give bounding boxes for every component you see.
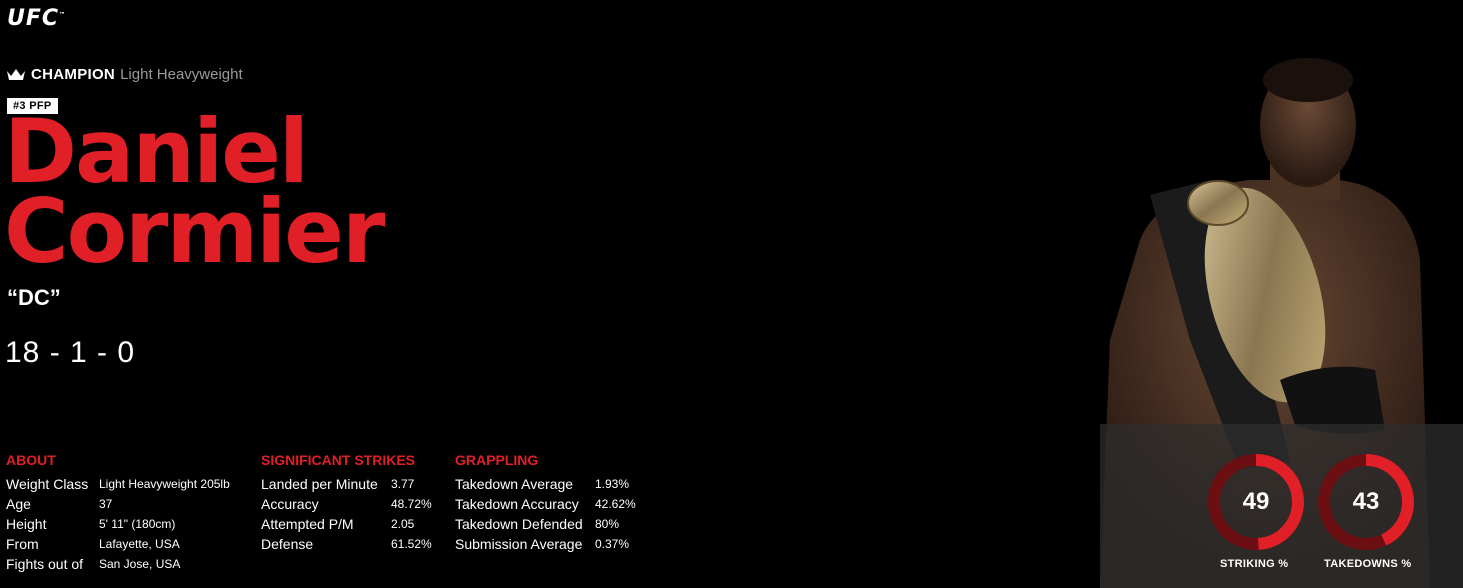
section-title: GRAPPLING [455, 452, 539, 468]
stat-value: 42.62% [595, 497, 636, 511]
stat-row: Height 5' 11" (180cm) [6, 514, 230, 534]
stat-label: Attempted P/M [261, 516, 354, 532]
stat-value: 3.77 [391, 477, 415, 491]
stat-row: Age 37 [6, 494, 230, 514]
stat-label: From [6, 536, 39, 552]
takedowns-percent-ring: 43 [1316, 452, 1416, 552]
nickname: “DC” [7, 285, 61, 310]
stat-label: Takedown Average [455, 476, 574, 492]
stat-value: 48.72% [391, 497, 432, 511]
stat-label: Age [6, 496, 31, 512]
stat-value: 80% [595, 517, 620, 531]
grappling-section: GRAPPLING Takedown Average 1.93% Takedown… [455, 452, 636, 554]
stat-row: Accuracy 48.72% [261, 494, 432, 514]
section-title: ABOUT [6, 452, 56, 468]
stat-row: Takedown Defended 80% [455, 514, 636, 534]
stat-row: Attempted P/M 2.05 [261, 514, 432, 534]
section-title: SIGNIFICANT STRIKES [261, 452, 416, 468]
stat-label: Takedown Accuracy [455, 496, 579, 512]
division-label: Light Heavyweight [120, 66, 243, 83]
striking-percent-ring: 49 [1206, 452, 1306, 552]
fighter-name: Daniel Cormier [4, 108, 385, 283]
about-section: ABOUT Weight Class Light Heavyweight 205l… [6, 452, 230, 574]
striking-percent-label: STRIKING % [1220, 558, 1289, 570]
ufc-logo[interactable]: UFC™ [7, 6, 66, 31]
stat-row: Takedown Average 1.93% [455, 474, 636, 494]
stat-label: Defense [261, 536, 314, 552]
stat-label: Accuracy [261, 496, 319, 512]
significant-strikes-section: SIGNIFICANT STRIKES Landed per Minute 3.7… [261, 452, 432, 554]
stat-value: Light Heavyweight 205lb [99, 477, 230, 491]
stat-label: Takedown Defended [455, 516, 583, 532]
stat-value: 61.52% [391, 537, 432, 551]
ring-value: 43 [1352, 488, 1380, 515]
stat-row: Landed per Minute 3.77 [261, 474, 432, 494]
takedowns-percent-label: TAKEDOWNS % [1324, 558, 1412, 570]
champion-line: CHAMPION Light Heavyweight [7, 66, 243, 83]
stat-value: 37 [99, 497, 113, 511]
stat-label: Submission Average [455, 536, 583, 552]
stat-label: Landed per Minute [261, 476, 378, 492]
crown-icon [7, 69, 25, 80]
stat-row: Defense 61.52% [261, 534, 432, 554]
stat-row: Weight Class Light Heavyweight 205lb [6, 474, 230, 494]
champion-label: CHAMPION [31, 66, 116, 83]
stat-label: Fights out of [6, 556, 84, 572]
last-name: Cormier [4, 180, 385, 283]
stat-value: San Jose, USA [99, 557, 181, 571]
stat-row: From Lafayette, USA [6, 534, 230, 554]
stat-row: Submission Average 0.37% [455, 534, 636, 554]
fight-record: 18 - 1 - 0 [5, 336, 136, 369]
stat-label: Weight Class [6, 476, 89, 492]
stat-value: 5' 11" (180cm) [99, 517, 176, 531]
stat-value: 1.93% [595, 477, 630, 491]
ring-value: 49 [1242, 488, 1270, 515]
stat-row: Fights out of San Jose, USA [6, 554, 230, 574]
stat-value: 0.37% [595, 537, 630, 551]
stat-row: Takedown Accuracy 42.62% [455, 494, 636, 514]
stat-value: Lafayette, USA [99, 537, 180, 551]
stat-value: 2.05 [391, 517, 415, 531]
stat-label: Height [6, 516, 47, 532]
